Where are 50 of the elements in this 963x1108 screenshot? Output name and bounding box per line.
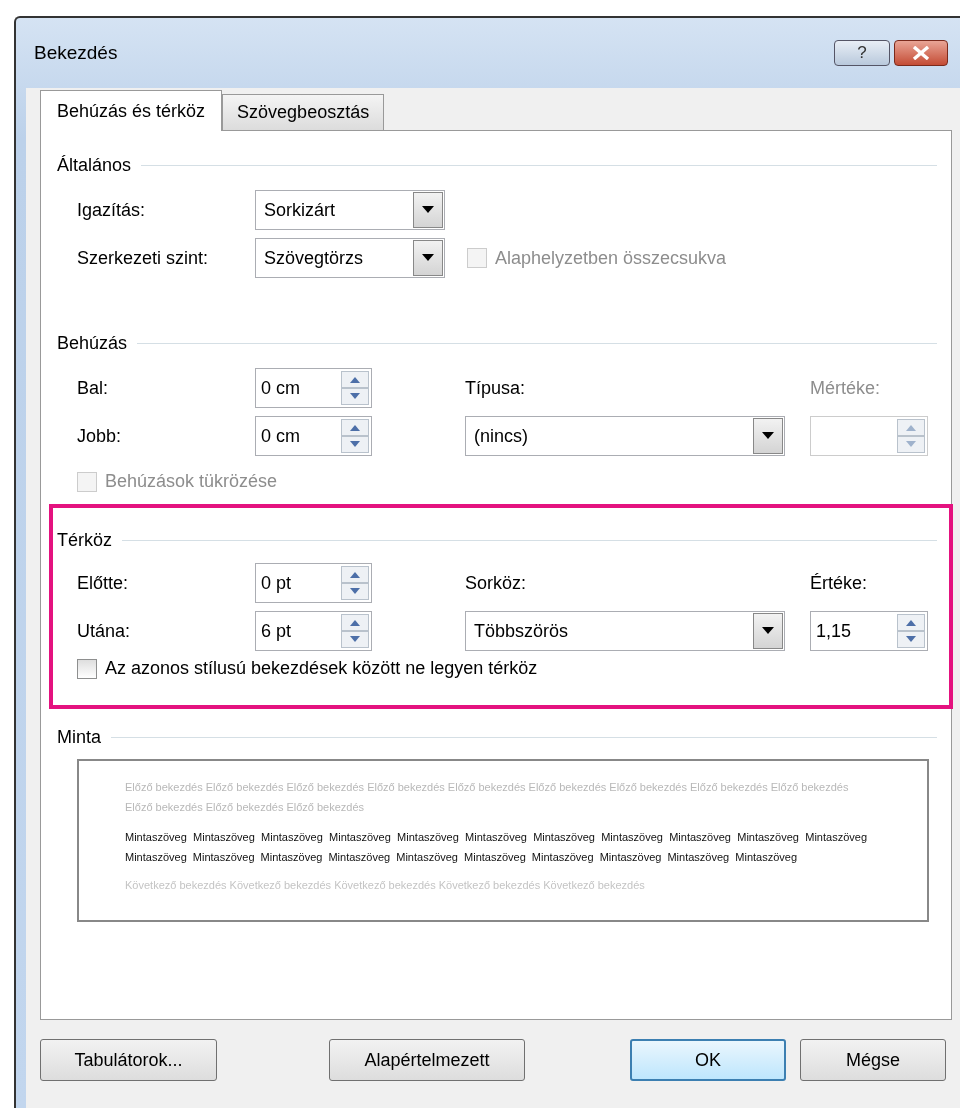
close-button[interactable] [894,40,948,66]
dropdown[interactable]: (nincs) [465,416,785,456]
field-label: Értéke: [810,572,868,593]
tab[interactable]: Behúzás és térköz [40,90,223,131]
spinner-arrows-icon [341,419,369,453]
field-label: Jobb: [77,425,122,446]
checkbox-label: Alaphelyzetben összecsukva [495,247,727,269]
preview-text: Előző bekezdés Előző bekezdés Előző bekezdés Előző bekezdés Előző bekezdés Előző bekezdés Előző bekezdés Előző bekezdés Előző bekezdés Előző bekezdés Előző bekezdés Előző bekezdés [125,780,850,815]
preview-text: Következő bekezdés Következő bekezdés Következő bekezdés Következő bekezdés Következő bekezdés [125,878,646,893]
window-title: Bekezdés [34,42,119,64]
section-title: Minta [57,726,101,748]
spinner-arrows-icon [341,614,369,648]
field-label: Sorköz: [465,572,527,593]
field-label: Bal: [77,377,109,398]
section-title: Behúzás [57,332,128,354]
dialog-button[interactable]: Tabulátorok... [40,1039,217,1081]
spinner-arrows-icon [897,614,925,648]
field-label: Utána: [77,620,131,641]
field-label: Mértéke: [810,377,881,398]
dropdown-arrow-icon [762,627,774,635]
spin-box[interactable]: 6 pt [255,611,372,651]
section-title: Általános [57,154,132,176]
dropdown[interactable]: Sorkizárt [255,190,445,230]
dropdown-arrow-icon [422,206,434,214]
help-button[interactable]: ? [834,40,890,66]
tab[interactable]: Szövegbeosztás [222,94,385,130]
preview-text: Mintaszöveg Mintaszöveg Mintaszöveg Mintaszöveg Mintaszöveg Mintaszöveg Mintaszöveg Mintaszöveg Mintaszöveg Mintaszöveg Mintaszöveg Mintaszöveg Mintaszöveg Mintaszöveg Mintaszöveg Mintaszöveg Mintaszöveg Mintaszöveg Mintaszöveg Mintaszöveg Mintaszöveg [125,830,867,865]
dialog-button[interactable]: Mégse [800,1039,946,1081]
dropdown-arrow-icon [422,254,434,262]
spin-box[interactable]: 0 cm [255,368,372,408]
field-label: Szerkezeti szint: [77,247,209,268]
field-label: Típusa: [465,377,526,398]
close-icon [912,46,930,60]
spin-box[interactable]: 0 cm [255,416,372,456]
section-title: Térköz [57,529,112,551]
spinner-arrows-icon [341,566,369,600]
checkbox-label: Behúzások tükrözése [105,471,278,492]
field-label: Előtte: [77,572,129,593]
dropdown-arrow-icon [762,432,774,440]
checkbox[interactable] [77,658,97,679]
field-label: Igazítás: [77,199,146,220]
spinner-arrows-icon [341,371,369,405]
spinner-arrows-icon [897,419,925,453]
dialog-button[interactable]: Alapértelmezett [329,1039,525,1081]
spin-box[interactable]: 1,15 [810,611,928,651]
dialog-button[interactable]: OK [630,1039,786,1081]
checkbox-label: Az azonos stílusú bekezdések között ne legyen térköz [105,658,538,679]
dropdown[interactable]: Többszörös [465,611,785,651]
spin-box[interactable]: 0 pt [255,563,372,603]
dropdown[interactable]: Szövegtörzs [255,238,445,278]
